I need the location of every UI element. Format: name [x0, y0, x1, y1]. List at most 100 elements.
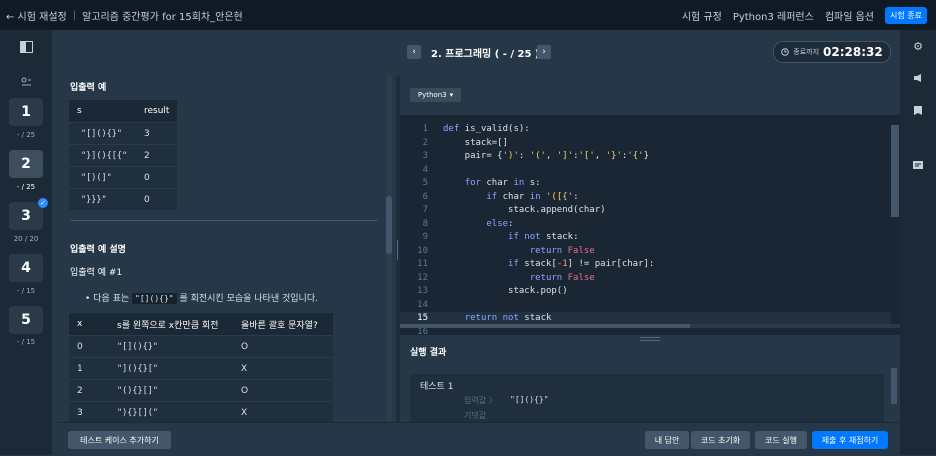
- code-line[interactable]: 10 return False: [400, 245, 891, 259]
- description-scroll-thumb[interactable]: [386, 196, 392, 254]
- question-title: 2. 프로그래밍 ( - / 25 ): [431, 49, 540, 60]
- example-1-heading: 입출력 예 #1: [70, 268, 123, 278]
- table-row: 0 "[](){}" O: [69, 335, 333, 358]
- line-number: 13: [417, 286, 428, 296]
- question-number: 3: [21, 208, 31, 224]
- exam-rules-link[interactable]: 시험 규정: [682, 8, 722, 23]
- question-1-button[interactable]: 1: [9, 98, 43, 126]
- table-row: 2 "(){}[]" O: [69, 379, 333, 402]
- code-text: return False: [529, 245, 595, 256]
- question-3-button[interactable]: 3 ✓: [9, 198, 48, 230]
- clock-icon: [781, 48, 790, 56]
- line-number: 12: [417, 272, 428, 283]
- code-line[interactable]: 13 stack.pop(): [400, 285, 891, 299]
- question-2-score: - / 25: [16, 183, 36, 191]
- code-line[interactable]: 2 stack=[]: [400, 137, 891, 151]
- inline-code: "[](){}": [132, 293, 177, 304]
- code-text: return False: [529, 272, 595, 283]
- resize-grip-icon: [640, 337, 660, 341]
- next-question-button[interactable]: ›: [537, 45, 551, 59]
- table-header: s를 왼쪽으로 x칸만큼 회전: [109, 313, 233, 336]
- submit-grade-button[interactable]: 제출 후 채점하기: [812, 431, 888, 449]
- bookmark-icon[interactable]: [912, 104, 924, 116]
- code-line[interactable]: 6 if char in '([{':: [400, 191, 891, 205]
- table-cell: X: [233, 357, 333, 380]
- run-code-button[interactable]: 코드 실행: [755, 431, 807, 449]
- input-value: "[](){}": [510, 395, 549, 404]
- python-reference-link[interactable]: Python3 레퍼런스: [733, 8, 814, 23]
- prev-question-button[interactable]: ‹: [407, 45, 421, 59]
- table-cell: 1: [69, 357, 109, 380]
- question-number: 5: [21, 312, 31, 328]
- line-number: 14: [417, 299, 428, 310]
- code-text: if not stack:: [508, 232, 579, 242]
- countdown-timer: 종료까지 02:28:32: [773, 41, 891, 63]
- settings-gear-icon[interactable]: ⚙: [912, 41, 924, 53]
- list-settings-icon[interactable]: [21, 77, 32, 87]
- code-line[interactable]: 1 def is_valid(s):: [400, 123, 891, 137]
- exam-title: 알고리즘 중간평가 for 15회차_안은현: [82, 11, 243, 23]
- line-number: 10: [417, 245, 428, 256]
- code-line[interactable]: 3 pair= {')': '(', ']':'[', '}':'{'}: [400, 150, 891, 164]
- top-bar: ← 시험 재설정 | 알고리즘 중간평가 for 15회차_안은현 시험 규정 …: [0, 0, 936, 30]
- code-text: pair= {')': '(', ']':'[', '}':'{'}: [443, 151, 649, 161]
- table-cell: "[)(]": [69, 166, 136, 189]
- line-number: 7: [422, 205, 428, 215]
- line-number: 5: [422, 178, 428, 188]
- my-answer-button[interactable]: 내 답안: [645, 431, 689, 449]
- reset-code-button[interactable]: 코드 초기화: [691, 431, 750, 449]
- table-cell: O: [233, 379, 333, 402]
- code-text: stack.pop(): [443, 286, 568, 296]
- back-reset-link[interactable]: ← 시험 재설정: [6, 8, 67, 23]
- table-row: "}](){[{" 2: [69, 144, 178, 167]
- code-line[interactable]: 12 return False: [400, 272, 891, 286]
- io-example-heading: 입출력 예: [70, 83, 107, 93]
- result-scrollbar[interactable]: [891, 368, 897, 404]
- code-editor[interactable]: 1 def is_valid(s): 2 stack=[] 3 pair= {')':…: [400, 115, 900, 335]
- table-cell: O: [233, 335, 333, 358]
- language-select[interactable]: Python3 ▾: [410, 88, 461, 102]
- editor-horizontal-scroll-thumb[interactable]: [400, 324, 690, 328]
- timer-value: 02:28:32: [823, 45, 883, 59]
- table-cell: 3: [69, 401, 109, 423]
- table-cell: "[](){}": [109, 335, 233, 358]
- question-4-button[interactable]: 4: [9, 254, 43, 282]
- table-header: 올바른 괄호 문자열?: [233, 313, 333, 336]
- table-cell: 2: [69, 379, 109, 402]
- code-line[interactable]: 7 stack.append(char): [400, 204, 891, 218]
- editor-result-resize-handle[interactable]: [400, 335, 900, 341]
- table-row: "[](){}" 3: [69, 122, 178, 145]
- question-5-button[interactable]: 5: [9, 306, 43, 334]
- notes-icon[interactable]: [912, 159, 924, 171]
- code-line[interactable]: 14: [400, 299, 891, 313]
- table-cell: 0: [136, 188, 178, 210]
- editor-vertical-scrollbar[interactable]: [891, 125, 899, 217]
- code-line[interactable]: 11 if stack[-1] != pair[char]:: [400, 258, 891, 272]
- io-explanation-heading: 입출력 예 설명: [70, 245, 126, 255]
- bottom-action-bar: 테스트 케이스 추가하기 내 답안 코드 초기화 코드 실행 제출 후 채점하기: [58, 422, 900, 456]
- expected-label: 기댓값: [464, 411, 487, 420]
- question-2-button[interactable]: 2: [9, 150, 43, 178]
- line-number: 11: [417, 259, 428, 269]
- code-line[interactable]: 9 if not stack:: [400, 231, 891, 245]
- bullet-dot: •: [85, 294, 91, 304]
- code-line[interactable]: 4: [400, 164, 891, 178]
- question-number: 1: [21, 104, 31, 120]
- timer-label: 종료까지: [793, 48, 820, 56]
- question-3-score: 20 / 20: [13, 235, 39, 243]
- compile-options-link[interactable]: 컴파일 옵션: [825, 8, 874, 23]
- end-exam-button[interactable]: 시험 종료: [885, 6, 927, 24]
- megaphone-icon[interactable]: [912, 72, 924, 84]
- line-number: 9: [422, 232, 428, 242]
- line-number: 3: [422, 151, 428, 161]
- table-cell: "](){}[": [109, 357, 233, 380]
- question-5-score: - / 15: [16, 338, 36, 346]
- code-line[interactable]: 8 else:: [400, 218, 891, 232]
- code-line[interactable]: 5 for char in s:: [400, 177, 891, 191]
- question-4-score: - / 15: [16, 287, 36, 295]
- panel-toggle-icon[interactable]: [20, 41, 33, 53]
- io-example-table: s result "[](){}" 3 "}](){[{" 2 "[)(]" 0 "}…: [69, 100, 178, 210]
- question-number: 2: [21, 156, 31, 172]
- table-cell: 2: [136, 144, 178, 167]
- add-testcase-button[interactable]: 테스트 케이스 추가하기: [68, 431, 171, 449]
